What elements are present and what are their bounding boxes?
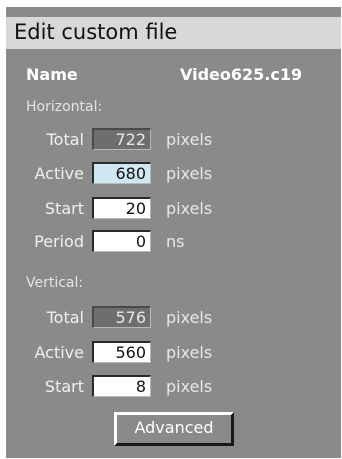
dialog-title: Edit custom file xyxy=(14,20,178,44)
horizontal-period-label: Period xyxy=(34,232,84,251)
vertical-start-unit: pixels xyxy=(166,377,213,396)
vertical-active-field[interactable]: 560 xyxy=(92,341,151,363)
vertical-heading: Vertical: xyxy=(26,275,84,291)
horizontal-period-field[interactable]: 0 xyxy=(92,230,151,252)
horizontal-start-label: Start xyxy=(44,199,84,218)
advanced-button[interactable]: Advanced xyxy=(114,412,234,446)
horizontal-active-label: Active xyxy=(34,164,85,183)
horizontal-active-unit: pixels xyxy=(166,164,213,183)
horizontal-total-label: Total xyxy=(46,130,84,149)
horizontal-heading: Horizontal: xyxy=(26,99,103,115)
name-label: Name xyxy=(26,65,78,84)
vertical-active-unit: pixels xyxy=(166,343,213,362)
edit-custom-file-dialog: Edit custom file Name Video625.c19 Horiz… xyxy=(6,7,341,458)
horizontal-start-field[interactable]: 20 xyxy=(92,197,151,219)
vertical-start-label: Start xyxy=(44,377,84,396)
horizontal-active-field[interactable]: 680 xyxy=(92,162,151,184)
vertical-total-field: 576 xyxy=(92,306,151,328)
file-name-value: Video625.c19 xyxy=(180,65,303,84)
vertical-total-unit: pixels xyxy=(166,308,213,327)
horizontal-start-unit: pixels xyxy=(166,199,213,218)
horizontal-total-field: 722 xyxy=(92,128,151,150)
horizontal-total-unit: pixels xyxy=(166,130,213,149)
dialog-titlebar: Edit custom file xyxy=(6,17,341,49)
vertical-total-label: Total xyxy=(46,308,84,327)
horizontal-period-unit: ns xyxy=(166,232,185,251)
vertical-start-field[interactable]: 8 xyxy=(92,375,151,397)
vertical-active-label: Active xyxy=(34,343,85,362)
